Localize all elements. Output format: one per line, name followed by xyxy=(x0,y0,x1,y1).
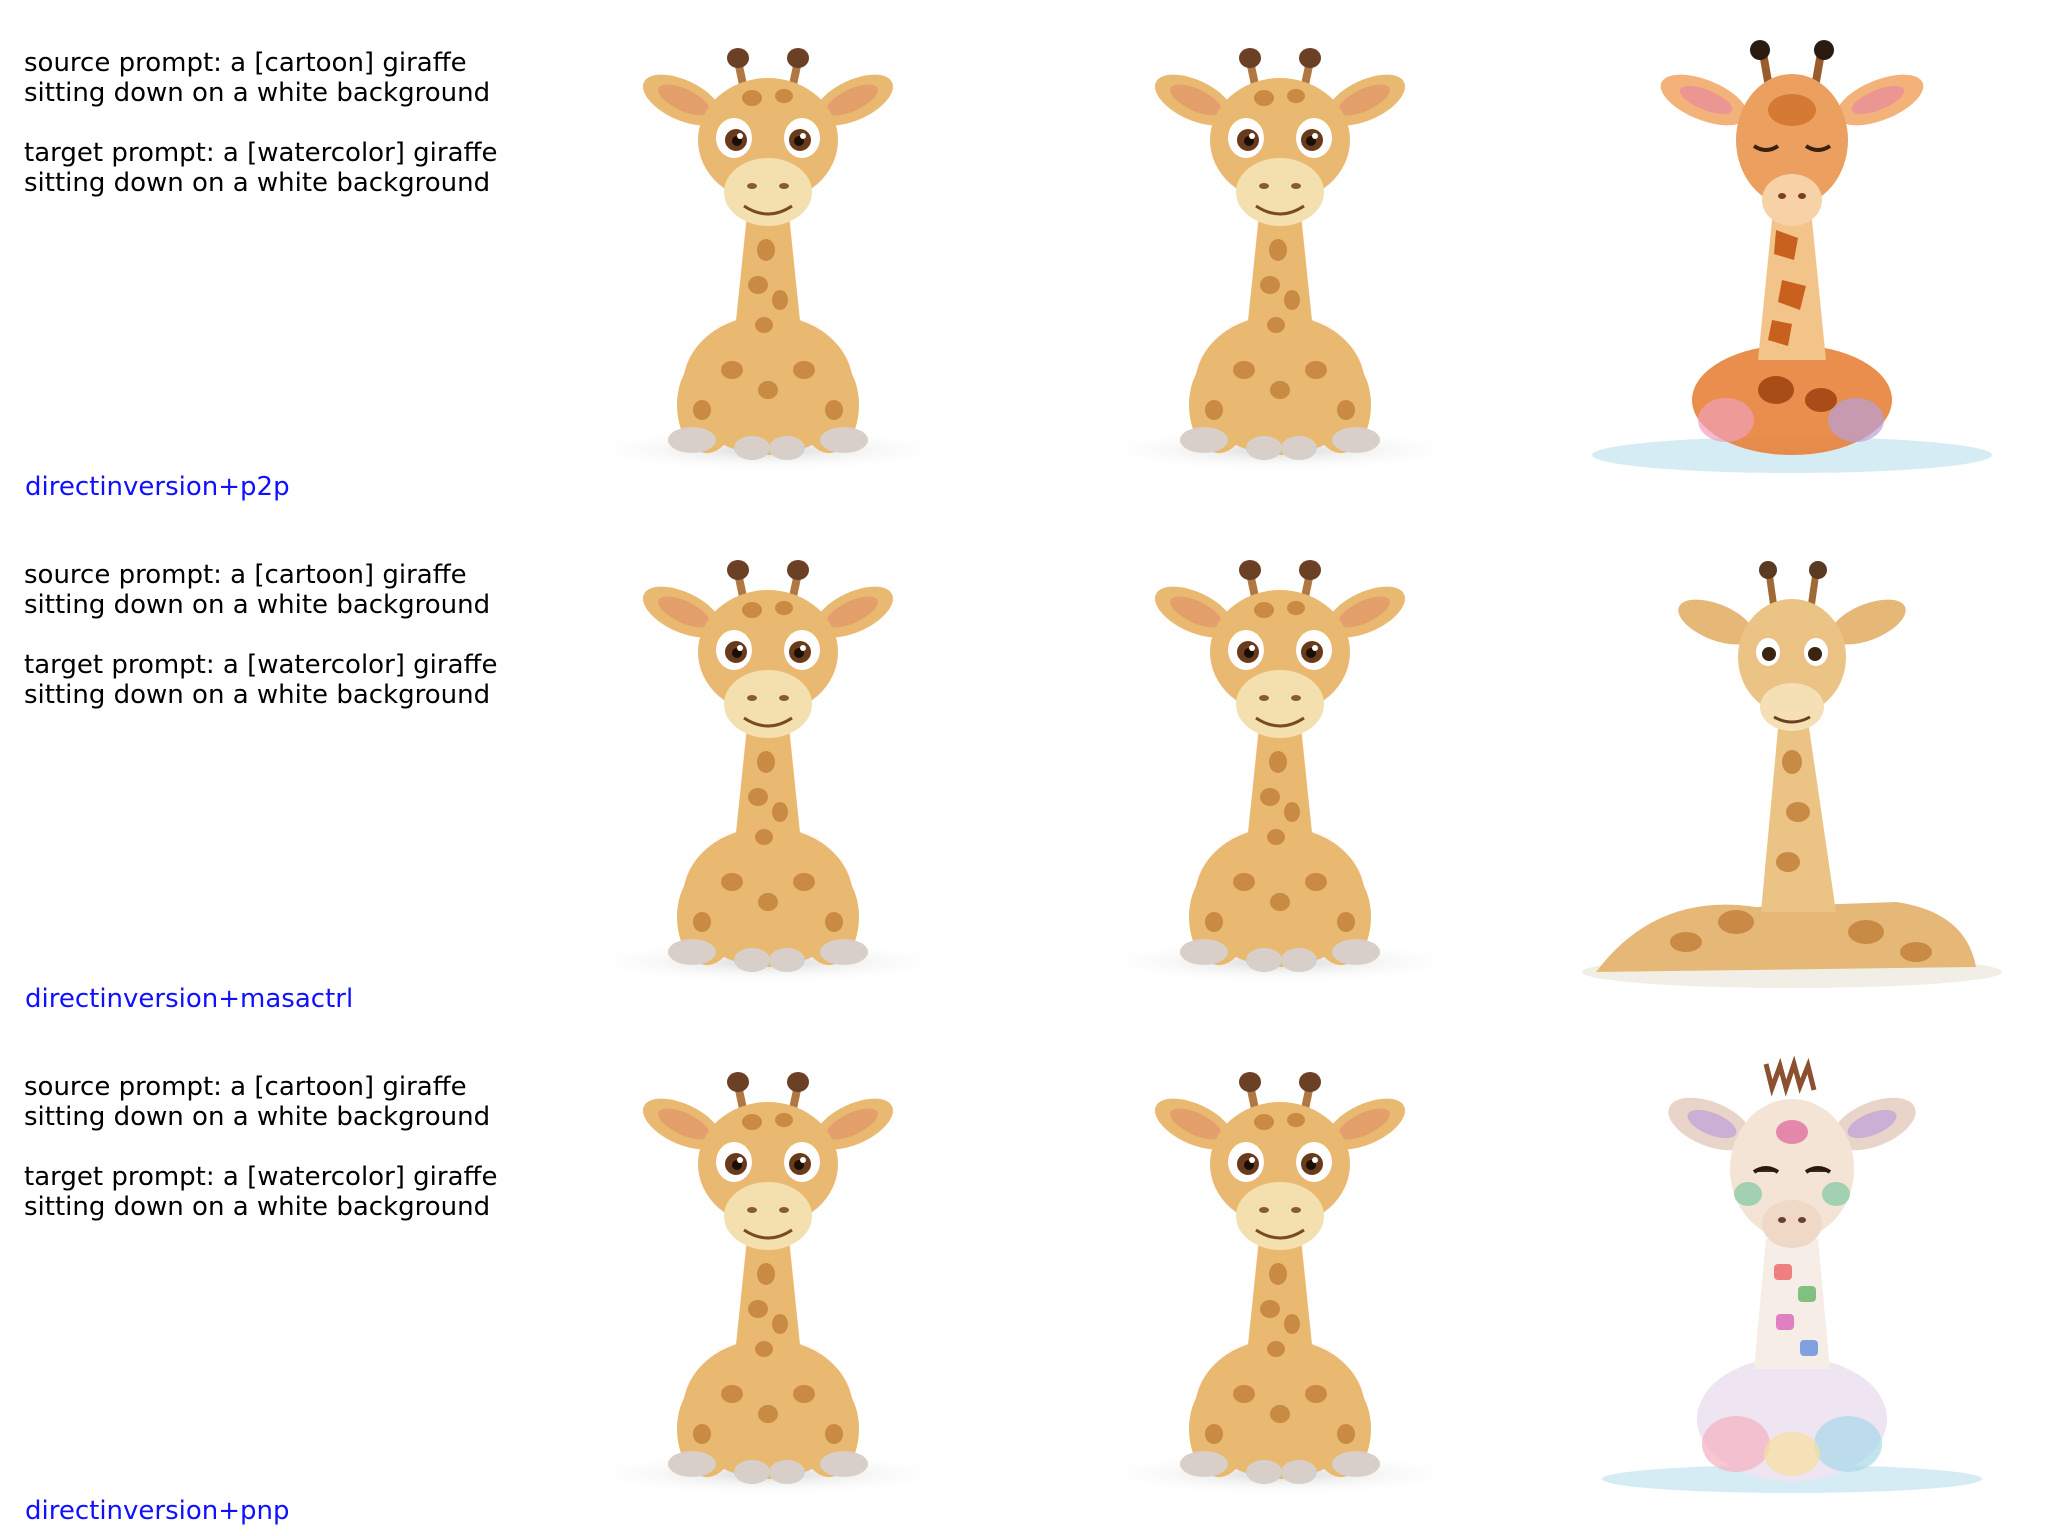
edited-image xyxy=(1536,1024,2048,1524)
prompt-text: source prompt: a [cartoon] giraffe sitti… xyxy=(24,1042,504,1252)
reconstruction-image xyxy=(1024,0,1536,500)
watercolor-giraffe-image xyxy=(1602,1055,1982,1493)
source-image xyxy=(512,0,1024,500)
source-prompt: source prompt: a [cartoon] giraffe sitti… xyxy=(24,1072,491,1132)
source-image xyxy=(512,1024,1024,1524)
method-label: directinversion+pnp xyxy=(25,1496,290,1526)
comparison-row: source prompt: a [cartoon] giraffe sitti… xyxy=(0,0,2048,512)
watercolor-giraffe-image xyxy=(1582,561,2002,988)
edited-image xyxy=(1536,512,2048,1012)
edited-image xyxy=(1536,0,2048,500)
cartoon-giraffe-image xyxy=(578,560,958,984)
reconstruction-image xyxy=(1024,1024,1536,1524)
source-prompt: source prompt: a [cartoon] giraffe sitti… xyxy=(24,48,491,108)
source-prompt: source prompt: a [cartoon] giraffe sitti… xyxy=(24,560,491,620)
method-label: directinversion+p2p xyxy=(25,472,290,502)
comparison-row: source prompt: a [cartoon] giraffe sitti… xyxy=(0,1024,2048,1536)
watercolor-giraffe-image xyxy=(1592,40,1992,473)
comparison-row: source prompt: a [cartoon] giraffe sitti… xyxy=(0,512,2048,1024)
method-label: directinversion+masactrl xyxy=(25,984,354,1014)
source-image xyxy=(512,512,1024,1012)
prompt-text: source prompt: a [cartoon] giraffe sitti… xyxy=(24,530,504,740)
cartoon-giraffe-image xyxy=(578,48,958,472)
target-prompt: target prompt: a [watercolor] giraffe si… xyxy=(24,1162,498,1222)
cartoon-giraffe-image xyxy=(1090,560,1470,984)
prompt-text: source prompt: a [cartoon] giraffe sitti… xyxy=(24,18,504,228)
target-prompt: target prompt: a [watercolor] giraffe si… xyxy=(24,650,498,710)
cartoon-giraffe-image xyxy=(1090,48,1470,472)
cartoon-giraffe-image xyxy=(1090,1072,1470,1496)
cartoon-giraffe-image xyxy=(578,1072,958,1496)
reconstruction-image xyxy=(1024,512,1536,1012)
target-prompt: target prompt: a [watercolor] giraffe si… xyxy=(24,138,498,198)
